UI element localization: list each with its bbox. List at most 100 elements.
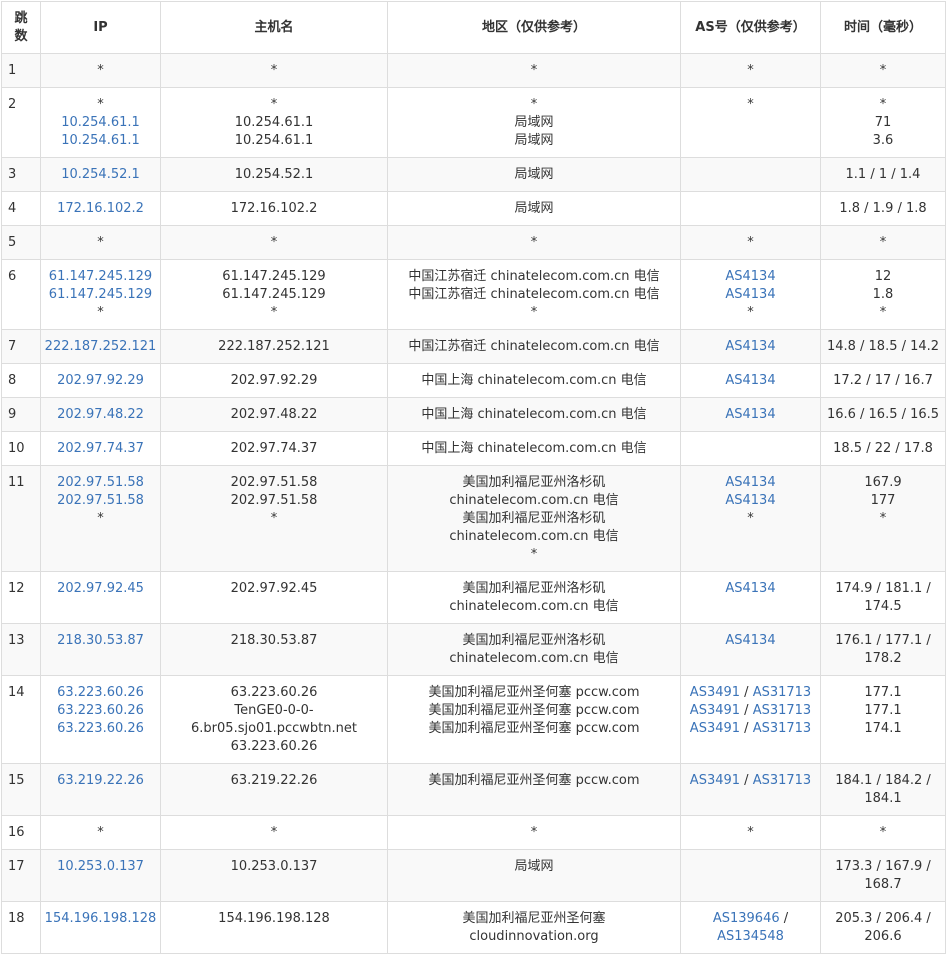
- ip-link[interactable]: 10.254.61.1: [41, 132, 160, 150]
- asn-link[interactable]: AS31713: [753, 773, 812, 788]
- host-text: 172.16.102.2: [230, 201, 318, 216]
- ip-link[interactable]: 63.223.60.26: [41, 684, 160, 702]
- time-value: 167.9: [864, 475, 902, 490]
- ip-link[interactable]: 61.147.245.129: [41, 286, 160, 304]
- ip-cell: 202.97.92.45: [40, 571, 161, 624]
- timeout-marker: *: [97, 511, 104, 526]
- host-text: 10.253.0.137: [230, 859, 318, 874]
- hostname-cell: 63.223.60.26 TenGE0-0-0- 6.br05.sjo01.pccw…: [160, 675, 388, 764]
- host-text: 10.254.52.1: [234, 167, 314, 182]
- hostname-cell: 154.196.198.128: [160, 901, 388, 954]
- ip-link[interactable]: 154.196.198.128: [41, 910, 160, 928]
- asn-link[interactable]: AS31713: [753, 721, 812, 736]
- time-cell: 18.5 / 22 / 17.8: [820, 431, 946, 466]
- ip-link[interactable]: 222.187.252.121: [41, 338, 160, 356]
- loc-text: chinatelecom.com.cn 电信: [449, 599, 619, 614]
- ip-link[interactable]: 218.30.53.87: [41, 632, 160, 650]
- asn-cell: AS4134 AS4134 *: [680, 259, 821, 330]
- ip-link[interactable]: 202.97.51.58: [41, 474, 160, 492]
- ip-link[interactable]: 10.254.52.1: [41, 166, 160, 184]
- host-text: 222.187.252.121: [218, 339, 330, 354]
- asn-link[interactable]: AS3491: [690, 773, 740, 788]
- time-value: 1.1 / 1 / 1.4: [845, 167, 921, 182]
- asn-link[interactable]: AS139646 /: [681, 910, 820, 928]
- table-row: 18 154.196.198.128 154.196.198.128 美国加利福尼亚州…: [1, 901, 946, 954]
- ip-link[interactable]: 10.254.61.1: [41, 114, 160, 132]
- table-row: 17 10.253.0.137 10.253.0.137 局域网 173.3 / 167…: [1, 849, 946, 902]
- timeout-marker: *: [530, 97, 538, 112]
- asn-link[interactable]: AS3491: [690, 721, 740, 736]
- time-cell: 14.8 / 18.5 / 14.2: [820, 329, 946, 364]
- asn-link[interactable]: AS4134: [681, 372, 820, 390]
- host-text: 61.147.245.129: [222, 287, 326, 302]
- timeout-marker: *: [530, 547, 538, 562]
- hostname-cell: 202.97.51.58 202.97.51.58 *: [160, 465, 388, 572]
- asn-link[interactable]: AS31713: [753, 703, 812, 718]
- ip-link[interactable]: 172.16.102.2: [41, 200, 160, 218]
- ip-link[interactable]: 202.97.51.58: [41, 492, 160, 510]
- loc-text: 美国加利福尼亚州洛杉矶: [462, 511, 606, 526]
- host-text: 63.219.22.26: [230, 773, 318, 788]
- table-row: 5 * * * * *: [1, 225, 946, 260]
- asn-link[interactable]: AS4134: [681, 492, 820, 510]
- asn-link[interactable]: AS3491: [690, 703, 740, 718]
- ip-cell: 154.196.198.128: [40, 901, 161, 954]
- asn-link[interactable]: AS3491: [690, 685, 740, 700]
- asn-link[interactable]: AS31713: [753, 685, 812, 700]
- asn-link[interactable]: AS4134: [681, 474, 820, 492]
- table-row: 4 172.16.102.2 172.16.102.2 局域网 1.8 / 1.9 / …: [1, 191, 946, 226]
- asn-link[interactable]: AS134548: [681, 928, 820, 946]
- ip-cell: 63.219.22.26: [40, 763, 161, 816]
- asn-separator: /: [740, 703, 753, 718]
- hop-cell: 10: [1, 431, 41, 466]
- location-cell: 局域网: [387, 157, 681, 192]
- time-value: 174.9 / 181.1 /: [835, 581, 931, 596]
- asn-link[interactable]: AS4134: [681, 580, 820, 598]
- asn-cell: *: [680, 225, 821, 260]
- table-body: 1 * * * * * 2 * 10.254.61.1 10.254.61.1 * 10.254.61…: [1, 53, 946, 954]
- loc-text: 美国加利福尼亚州洛杉矶: [462, 633, 606, 648]
- asn-cell: AS4134: [680, 363, 821, 398]
- ip-cell: 202.97.92.29: [40, 363, 161, 398]
- asn-link[interactable]: AS4134: [681, 286, 820, 304]
- location-cell: 美国加利福尼亚州洛杉矶 chinatelecom.com.cn 电信: [387, 623, 681, 676]
- ip-link[interactable]: 202.97.92.29: [41, 372, 160, 390]
- hop-cell: 15: [1, 763, 41, 816]
- header-hop-label: 跳数: [14, 10, 28, 44]
- asn-cell: AS4134 AS4134 *: [680, 465, 821, 572]
- asn-link[interactable]: AS4134: [681, 406, 820, 424]
- timeout-marker: *: [530, 235, 538, 250]
- loc-text: 中国江苏宿迁 chinatelecom.com.cn 电信: [408, 287, 660, 302]
- ip-link[interactable]: 202.97.92.45: [41, 580, 160, 598]
- asn-link[interactable]: AS4134: [681, 632, 820, 650]
- timeout-marker: *: [97, 97, 104, 112]
- hop-cell: 16: [1, 815, 41, 850]
- header-asn: AS号（仅供参考）: [680, 1, 821, 54]
- ip-link[interactable]: 202.97.48.22: [41, 406, 160, 424]
- time-value: 18.5 / 22 / 17.8: [833, 441, 933, 456]
- time-value: *: [879, 63, 887, 78]
- ip-link[interactable]: 63.223.60.26: [41, 702, 160, 720]
- ip-cell: 172.16.102.2: [40, 191, 161, 226]
- ip-link[interactable]: 63.223.60.26: [41, 720, 160, 738]
- hostname-cell: *: [160, 815, 388, 850]
- hop-cell: 6: [1, 259, 41, 330]
- ip-link[interactable]: 10.253.0.137: [41, 858, 160, 876]
- asn-cell: [680, 431, 821, 466]
- ip-link[interactable]: 202.97.74.37: [41, 440, 160, 458]
- hop-cell: 5: [1, 225, 41, 260]
- time-value: 173.3 / 167.9 /: [835, 859, 931, 874]
- location-cell: 中国江苏宿迁 chinatelecom.com.cn 电信: [387, 329, 681, 364]
- asn-cell: AS3491 / AS31713 AS3491 / AS31713 AS3491 /…: [680, 675, 821, 764]
- ip-link[interactable]: 63.219.22.26: [41, 772, 160, 790]
- header-host: 主机名: [160, 1, 388, 54]
- ip-link[interactable]: 61.147.245.129: [41, 268, 160, 286]
- table-row: 8 202.97.92.29 202.97.92.29 中国上海 chinatelec…: [1, 363, 946, 398]
- hostname-cell: 202.97.48.22: [160, 397, 388, 432]
- host-text: 10.254.61.1: [234, 133, 314, 148]
- table-row: 16 * * * * *: [1, 815, 946, 850]
- hop-cell: 8: [1, 363, 41, 398]
- loc-text: 美国加利福尼亚州洛杉矶: [462, 475, 606, 490]
- asn-link[interactable]: AS4134: [681, 338, 820, 356]
- asn-link[interactable]: AS4134: [681, 268, 820, 286]
